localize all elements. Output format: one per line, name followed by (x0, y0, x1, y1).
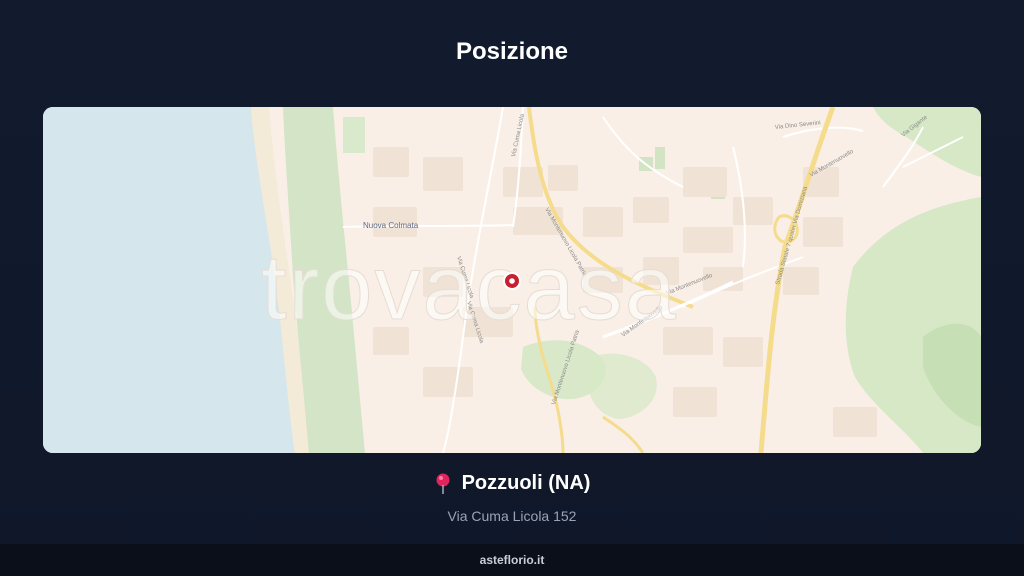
map-canvas[interactable]: Nuova Colmata Via Cuma Licola Via Monten… (43, 107, 981, 453)
city-row: Pozzuoli (NA) (434, 472, 591, 495)
footer: asteflorio.it (0, 544, 1024, 576)
park-patch (343, 117, 365, 153)
location-info: Pozzuoli (NA) Via Cuma Licola 152 (0, 472, 1024, 524)
map-view[interactable]: Nuova Colmata Via Cuma Licola Via Monten… (43, 107, 981, 453)
city-name: Pozzuoli (NA) (461, 472, 591, 494)
location-marker[interactable] (503, 272, 521, 290)
park-patch (655, 147, 665, 169)
page-title: Posizione (455, 38, 569, 65)
trovacasa-watermark: trovacasa (261, 237, 678, 339)
address: Via Cuma Licola 152 (447, 507, 577, 524)
label-nuova-colmata: Nuova Colmata (363, 221, 419, 230)
footer-brand[interactable]: asteflorio.it (480, 553, 545, 567)
round-pushpin-icon (436, 473, 450, 494)
